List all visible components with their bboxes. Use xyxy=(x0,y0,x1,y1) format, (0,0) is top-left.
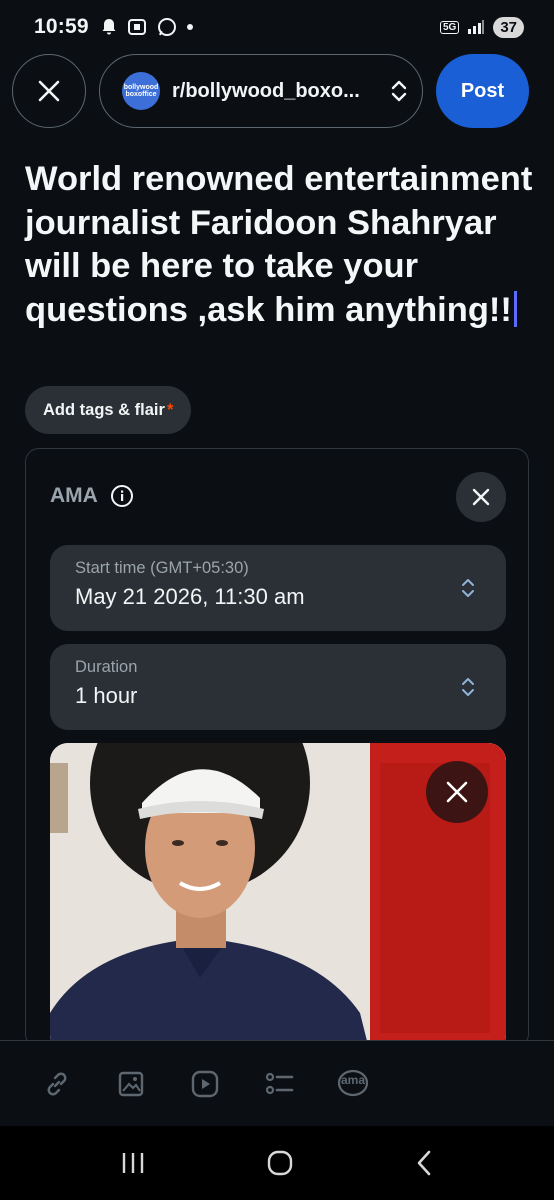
start-time-label: Start time (GMT+05:30) xyxy=(75,559,249,577)
link-button[interactable] xyxy=(38,1065,76,1103)
network-label: 5G xyxy=(439,20,460,34)
start-time-value: May 21 2026, 11:30 am xyxy=(75,584,305,609)
composer-toolbar: ama xyxy=(0,1040,554,1126)
close-icon xyxy=(38,80,60,102)
ama-icon-label: ama xyxy=(340,1072,366,1087)
back-icon[interactable] xyxy=(414,1149,434,1177)
video-button[interactable] xyxy=(186,1065,224,1103)
community-name: r/bollywood_boxo... xyxy=(172,79,360,102)
required-mark: * xyxy=(166,400,174,419)
whatsapp-icon xyxy=(157,18,176,36)
close-icon xyxy=(446,781,468,803)
list-icon xyxy=(265,1072,294,1094)
ama-button[interactable]: ama xyxy=(334,1065,372,1103)
ama-title: AMA xyxy=(50,484,98,507)
chevron-updown-icon xyxy=(462,579,474,597)
start-time-field[interactable]: Start time (GMT+05:30) May 21 2026, 11:3… xyxy=(50,545,506,631)
video-icon xyxy=(191,1070,219,1097)
community-selector[interactable]: bollywood boxoffice r/bollywood_boxo... xyxy=(99,54,423,128)
duration-label: Duration xyxy=(75,658,138,676)
duration-field[interactable]: Duration 1 hour xyxy=(50,644,506,730)
remove-ama-button[interactable] xyxy=(456,472,506,522)
close-icon xyxy=(472,488,490,506)
ama-photo xyxy=(50,743,506,1047)
text-caret xyxy=(513,290,517,327)
recents-icon[interactable] xyxy=(120,1151,146,1175)
duration-value: 1 hour xyxy=(75,683,138,708)
dot-icon xyxy=(186,24,193,30)
add-tags-button[interactable]: Add tags & flair * xyxy=(25,386,192,434)
add-tags-label: Add tags & flair xyxy=(43,400,165,419)
post-button[interactable]: Post xyxy=(436,54,529,128)
post-title-input[interactable]: World renowned entertainment journalist … xyxy=(25,158,535,332)
system-nav-bar xyxy=(0,1126,554,1200)
link-icon xyxy=(47,1072,67,1095)
status-bar: 10:59 5G 37 xyxy=(0,0,554,54)
poll-button[interactable] xyxy=(260,1065,298,1103)
home-icon[interactable] xyxy=(266,1149,294,1177)
info-icon[interactable] xyxy=(110,484,134,508)
image-button[interactable] xyxy=(112,1065,150,1103)
close-button[interactable] xyxy=(12,54,86,128)
image-icon xyxy=(118,1071,144,1096)
community-avatar: bollywood boxoffice xyxy=(122,72,160,110)
ama-header: AMA xyxy=(50,484,134,508)
chevron-updown-icon xyxy=(462,678,474,696)
chevron-updown-icon xyxy=(391,80,407,102)
remove-photo-button[interactable] xyxy=(426,761,488,823)
ama-card: AMA Start time (GMT+05:30) May 21 2026, … xyxy=(25,448,529,1048)
signal-icon xyxy=(468,20,485,34)
battery-level: 37 xyxy=(493,16,524,38)
bell-icon xyxy=(102,19,116,35)
notification-icons xyxy=(101,17,193,37)
post-title-text: World renowned entertainment journalist … xyxy=(25,160,533,329)
screenshot-icon xyxy=(127,19,146,35)
status-time: 10:59 xyxy=(34,15,89,38)
community-avatar-text: bollywood boxoffice xyxy=(123,84,159,98)
